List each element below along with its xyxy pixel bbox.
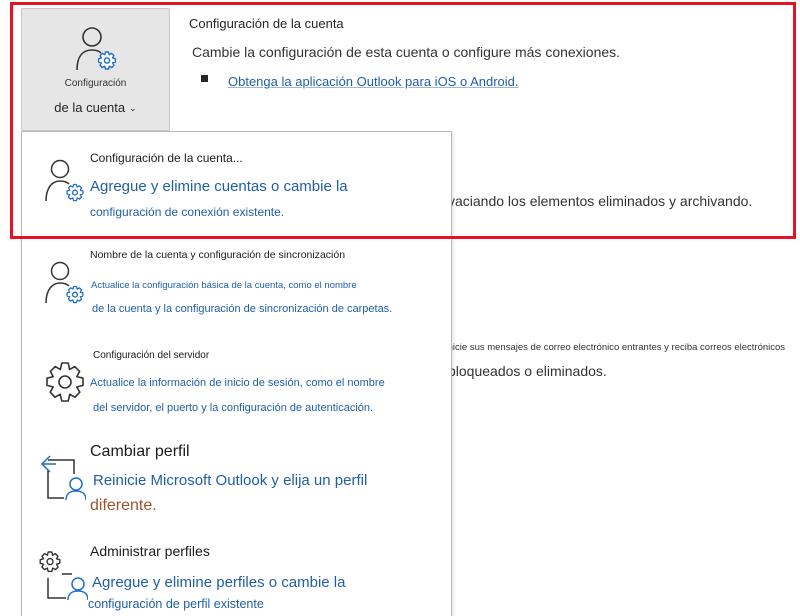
switch-profile-icon — [40, 455, 86, 501]
rules-text-2: bloqueados o eliminados. — [448, 363, 607, 379]
account-settings-label-1: Configuración — [64, 78, 127, 89]
menu-item-change-profile[interactable]: Cambiar perfil Reinicie Microsoft Outloo… — [22, 432, 451, 532]
menu-item-desc-1: Agregue y elimine cuentas o cambie la — [90, 178, 348, 195]
menu-item-desc-1: Agregue y elimine perfiles o cambie la — [92, 574, 346, 591]
gear-icon — [46, 362, 84, 402]
bullet-icon — [201, 75, 208, 82]
account-settings-button[interactable]: Configuración de la cuenta ⌄ — [21, 8, 170, 131]
menu-item-title: Cambiar perfil — [90, 443, 190, 460]
menu-item-server-settings[interactable]: Configuración del servidor Actualice la … — [22, 340, 451, 424]
account-settings-label-2: de la cuenta ⌄ — [54, 100, 137, 115]
menu-item-desc-2: configuración de conexión existente. — [90, 205, 285, 219]
menu-item-desc-1: Actualice la información de inicio de se… — [90, 377, 385, 389]
account-settings-menu: Configuración de la cuenta... Agregue y … — [21, 131, 452, 616]
menu-item-account-name-sync[interactable]: Nombre de la cuenta y configuración de s… — [22, 240, 451, 328]
user-gear-icon — [45, 159, 84, 202]
mailbox-cleanup-text: vaciando los elementos eliminados y arch… — [448, 193, 753, 209]
menu-item-title: Configuración del servidor — [93, 350, 210, 361]
menu-item-desc-2: de la cuenta y la configuración de sincr… — [92, 303, 393, 315]
menu-item-desc-2: del servidor, el puerto y la configuraci… — [93, 402, 374, 414]
chevron-down-icon: ⌄ — [129, 103, 137, 113]
menu-item-title: Configuración de la cuenta... — [90, 151, 243, 165]
rules-text-1: Inicie sus mensajes de correo electrónic… — [445, 342, 786, 353]
menu-item-desc-2: diferente. — [90, 497, 157, 514]
user-gear-icon — [76, 27, 117, 71]
manage-profiles-icon — [39, 551, 88, 600]
menu-item-desc-1: Reinicie Microsoft Outlook y elija un pe… — [93, 472, 368, 489]
section-description: Cambie la configuración de esta cuenta o… — [192, 44, 621, 60]
menu-item-desc-2: configuración de perfil existente — [88, 597, 264, 611]
menu-item-account-settings[interactable]: Configuración de la cuenta... Agregue y … — [22, 132, 451, 232]
outlook-mobile-link[interactable]: Obtenga la aplicación Outlook para iOS o… — [228, 74, 519, 89]
user-gear-icon — [45, 261, 84, 304]
menu-item-desc-1: Actualice la configuración básica de la … — [91, 280, 357, 291]
menu-item-title: Administrar perfiles — [90, 543, 210, 559]
menu-item-title: Nombre de la cuenta y configuración de s… — [90, 249, 346, 261]
menu-item-manage-profiles[interactable]: Administrar perfiles Agregue y elimine p… — [22, 536, 451, 616]
section-title: Configuración de la cuenta — [189, 16, 344, 31]
